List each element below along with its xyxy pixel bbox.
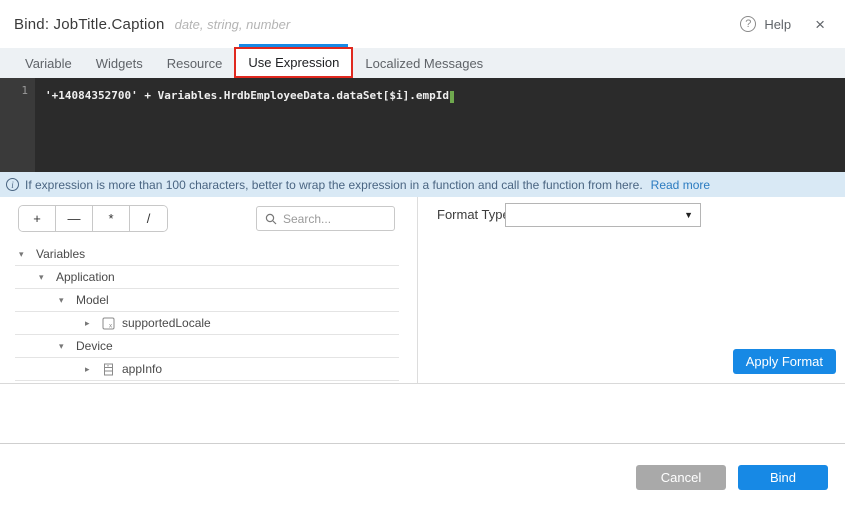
multiply-operator-button[interactable]: * xyxy=(93,206,130,231)
dialog-subtitle: date, string, number xyxy=(175,17,291,32)
tree-node-variables[interactable]: ▾ Variables xyxy=(15,243,399,266)
expression-editor[interactable]: 1 '+14084352700' + Variables.HrdbEmploye… xyxy=(0,78,845,172)
tab-localized-messages[interactable]: Localized Messages xyxy=(353,48,495,78)
footer-divider xyxy=(0,443,845,444)
caret-right-icon[interactable]: ▸ xyxy=(85,364,95,375)
tab-use-expression-wrap: Use Expression xyxy=(234,48,353,78)
caret-down-icon[interactable]: ▾ xyxy=(59,295,69,306)
tree-node-label: appInfo xyxy=(122,362,162,376)
tree-node-label: supportedLocale xyxy=(122,316,211,330)
tab-variable[interactable]: Variable xyxy=(13,48,84,78)
caret-right-icon[interactable]: ▸ xyxy=(85,318,95,329)
editor-gutter: 1 xyxy=(0,78,35,172)
caret-down-icon[interactable]: ▾ xyxy=(59,341,69,352)
tab-bar: Variable Widgets Resource Use Expression… xyxy=(0,48,845,78)
bind-dialog: Bind: JobTitle.Caption date, string, num… xyxy=(0,0,845,506)
expression-code[interactable]: '+14084352700' + Variables.HrdbEmployeeD… xyxy=(45,89,449,102)
text-caret xyxy=(450,91,454,103)
cancel-button[interactable]: Cancel xyxy=(636,465,726,490)
dialog-header: Bind: JobTitle.Caption date, string, num… xyxy=(0,0,845,48)
tree-node-application[interactable]: ▾ Application xyxy=(15,266,399,289)
variables-panel: + — * / ▾ Variables ▾ Application xyxy=(0,197,418,383)
format-type-label: Format Type xyxy=(437,207,510,222)
caret-down-icon[interactable]: ▾ xyxy=(19,249,29,260)
tab-use-expression[interactable]: Use Expression xyxy=(234,47,353,78)
variables-tree: ▾ Variables ▾ Application ▾ Model ▸ x su… xyxy=(0,243,417,381)
divide-operator-button[interactable]: / xyxy=(130,206,167,231)
header-actions: ? Help × xyxy=(740,16,825,33)
help-icon[interactable]: ? xyxy=(740,16,756,32)
object-variable-icon xyxy=(102,363,115,376)
search-box xyxy=(256,206,395,231)
operator-button-group: + — * / xyxy=(18,205,168,232)
editor-code-area[interactable]: '+14084352700' + Variables.HrdbEmployeeD… xyxy=(35,78,845,172)
info-icon: i xyxy=(6,178,19,191)
tree-node-appinfo[interactable]: ▸ appInfo xyxy=(15,358,399,381)
tree-node-label: Device xyxy=(76,339,113,353)
close-icon[interactable]: × xyxy=(815,16,825,33)
content-area: + — * / ▾ Variables ▾ Application xyxy=(0,197,845,384)
dialog-title: Bind: JobTitle.Caption xyxy=(14,16,165,33)
plus-operator-button[interactable]: + xyxy=(19,206,56,231)
tree-node-label: Variables xyxy=(36,247,85,261)
tree-node-device[interactable]: ▾ Device xyxy=(15,335,399,358)
array-variable-icon: x xyxy=(102,317,115,330)
format-type-dropdown[interactable]: ▼ xyxy=(505,203,701,227)
svg-text:x: x xyxy=(109,322,113,329)
format-panel: Format Type ▼ Apply Format xyxy=(419,197,845,383)
info-bar: i If expression is more than 100 charact… xyxy=(0,172,845,197)
help-link[interactable]: Help xyxy=(764,17,791,32)
caret-down-icon[interactable]: ▾ xyxy=(39,272,49,283)
tab-widgets[interactable]: Widgets xyxy=(84,48,155,78)
bind-button[interactable]: Bind xyxy=(738,465,828,490)
minus-operator-button[interactable]: — xyxy=(56,206,93,231)
read-more-link[interactable]: Read more xyxy=(651,178,710,192)
tree-node-label: Application xyxy=(56,270,115,284)
line-number: 1 xyxy=(21,84,28,97)
tab-resource[interactable]: Resource xyxy=(155,48,235,78)
search-input[interactable] xyxy=(283,212,386,226)
info-message: If expression is more than 100 character… xyxy=(25,178,643,192)
apply-format-button[interactable]: Apply Format xyxy=(733,349,836,374)
dropdown-arrow-icon: ▼ xyxy=(684,210,693,220)
tree-node-model[interactable]: ▾ Model xyxy=(15,289,399,312)
tree-node-supportedlocale[interactable]: ▸ x supportedLocale xyxy=(15,312,399,335)
tree-node-label: Model xyxy=(76,293,109,307)
search-icon xyxy=(265,213,277,225)
